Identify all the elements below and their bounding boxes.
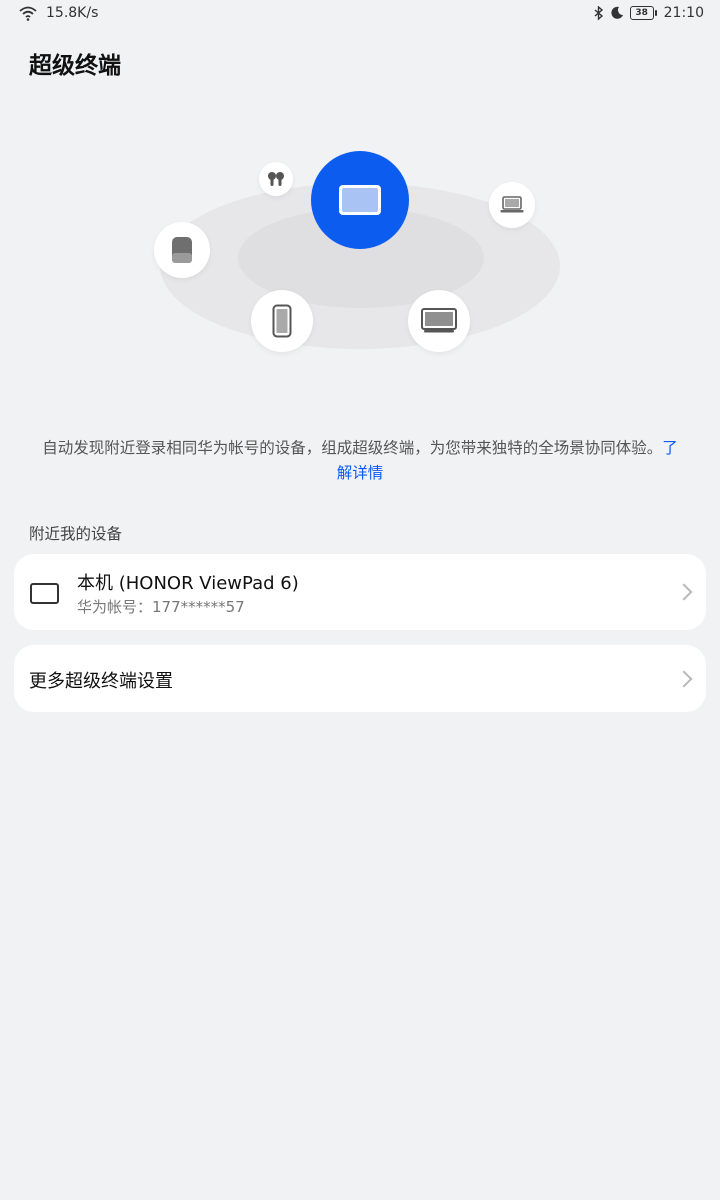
section-label-nearby: 附近我的设备 [29,525,123,543]
description-body: 自动发现附近登录相同华为帐号的设备，组成超级终端，为您带来独特的全场景协同体验。 [42,439,663,457]
network-speed: 15.8K/s [46,5,99,21]
speaker-icon [172,237,192,263]
description-text: 自动发现附近登录相同华为帐号的设备，组成超级终端，为您带来独特的全场景协同体验。… [36,436,684,486]
tablet-icon [339,185,381,215]
phone-icon [272,304,292,338]
phone-node[interactable] [251,290,313,352]
tablet-outline-icon [30,583,59,604]
tablet-node[interactable] [311,151,409,249]
tv-icon [421,308,457,333]
chevron-right-icon [675,583,693,601]
more-settings-label: 更多超级终端设置 [29,671,173,692]
page-title: 超级终端 [29,53,121,79]
status-bar: 15.8K/s 38 21:10 [0,0,720,30]
laptop-icon [500,196,524,213]
speaker-node[interactable] [154,222,210,278]
super-device-illustration [0,140,720,370]
device-name: 本机 (HONOR ViewPad 6) [77,573,299,594]
earbuds-icon [268,172,284,186]
device-account: 华为帐号：177******57 [77,598,245,616]
wifi-icon [19,6,37,21]
bluetooth-icon [594,5,603,21]
battery-icon: 38 [629,6,657,20]
chevron-right-icon [675,670,693,688]
more-settings-row[interactable]: 更多超级终端设置 [14,645,706,712]
earbuds-node[interactable] [259,162,293,196]
tv-node[interactable] [408,290,470,352]
device-card-this-device[interactable]: 本机 (HONOR ViewPad 6) 华为帐号：177******57 [14,554,706,630]
moon-icon [611,6,623,19]
clock: 21:10 [663,5,704,21]
laptop-node[interactable] [489,182,535,228]
